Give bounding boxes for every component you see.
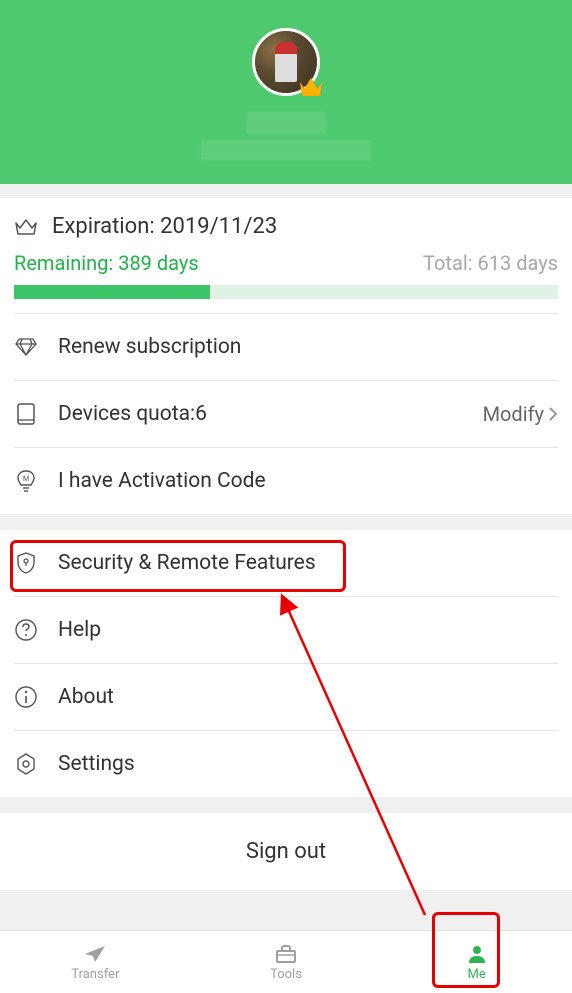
svg-text:M: M [23,475,29,483]
subscription-progress [14,285,558,299]
crown-icon [14,219,38,235]
help-label: Help [58,618,558,642]
nav-tools[interactable]: Tools [191,931,382,993]
expiration-label: Expiration: 2019/11/23 [52,214,277,239]
profile-username [246,112,326,134]
devices-quota-row[interactable]: Devices quota:6 Modify [0,381,572,447]
nav-tools-label: Tools [270,967,302,982]
nav-transfer-label: Transfer [71,967,119,982]
bulb-icon: M [14,470,38,492]
vip-crown-icon [298,76,324,98]
tools-icon [273,943,299,965]
help-row[interactable]: Help [0,597,572,663]
devices-quota-label: Devices quota:6 [58,402,463,426]
profile-header [0,0,572,184]
features-section: Security & Remote Features Help About [0,530,572,797]
info-icon [14,686,38,708]
settings-label: Settings [58,752,558,776]
sign-out-label: Sign out [246,839,326,864]
modify-link[interactable]: Modify [483,402,558,426]
modify-label: Modify [483,402,544,426]
nav-me[interactable]: Me [381,931,572,993]
about-label: About [58,685,558,709]
transfer-icon [82,943,108,965]
diamond-icon [14,338,38,356]
settings-icon [14,753,38,775]
activation-code-row[interactable]: M I have Activation Code [0,448,572,514]
security-label: Security & Remote Features [58,551,558,575]
avatar-wrapper[interactable] [252,28,320,96]
settings-row[interactable]: Settings [0,731,572,797]
renew-subscription-row[interactable]: Renew subscription [0,314,572,380]
progress-fill [14,285,210,299]
me-icon [464,943,490,965]
shield-icon [14,552,38,574]
total-days: Total: 613 days [423,251,558,275]
renew-label: Renew subscription [58,335,558,359]
security-row[interactable]: Security & Remote Features [0,530,572,596]
sign-out-button[interactable]: Sign out [0,813,572,890]
bottom-nav: Transfer Tools Me [0,930,572,993]
help-icon [14,619,38,641]
subscription-section: Expiration: 2019/11/23 Remaining: 389 da… [0,198,572,514]
nav-transfer[interactable]: Transfer [0,931,191,993]
about-row[interactable]: About [0,664,572,730]
activation-label: I have Activation Code [58,469,558,493]
chevron-right-icon [548,406,558,422]
remaining-days: Remaining: 389 days [14,251,199,275]
nav-me-label: Me [468,967,486,982]
device-icon [14,403,38,425]
profile-email [201,140,371,160]
